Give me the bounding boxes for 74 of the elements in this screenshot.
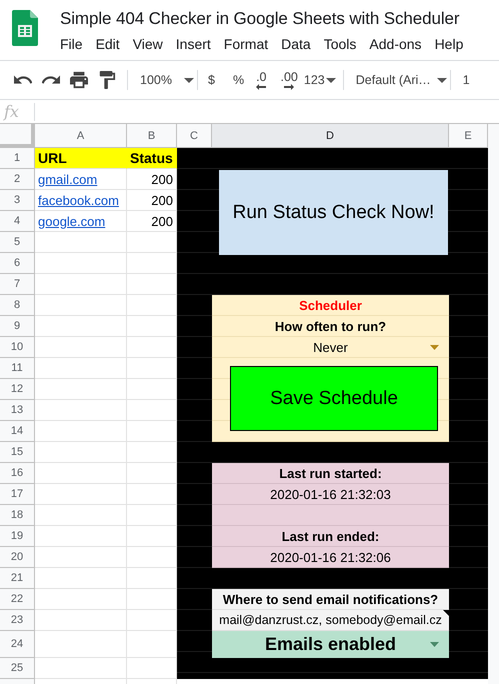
caret-icon[interactable] <box>436 78 447 82</box>
row-number[interactable]: 3 <box>0 190 35 211</box>
menu-item[interactable]: File <box>60 36 83 53</box>
column-header[interactable]: D <box>212 124 449 148</box>
row-number[interactable]: 18 <box>0 505 35 526</box>
decrease-decimal-button[interactable]: .0 <box>256 70 266 90</box>
frequency-dropdown[interactable]: Never <box>212 337 449 358</box>
row-number[interactable]: 9 <box>0 316 35 337</box>
row-number[interactable]: 2 <box>0 169 35 190</box>
number-format-dropdown[interactable]: 123 <box>304 72 325 88</box>
left-arrow-icon <box>256 84 266 90</box>
row-number[interactable]: 24 <box>0 631 35 658</box>
column-header[interactable]: E <box>449 124 488 148</box>
table-header-cell: Status <box>127 148 177 169</box>
menu-item[interactable]: Help <box>434 36 464 53</box>
percent-button[interactable]: % <box>232 72 244 88</box>
currency-button[interactable]: $ <box>208 72 215 88</box>
menu-item[interactable]: Add-ons <box>369 36 422 53</box>
paint-roller-icon[interactable] <box>98 71 116 89</box>
menu-item[interactable]: Edit <box>96 36 120 53</box>
row-number[interactable]: 15 <box>0 442 35 463</box>
table-cell: Last run started: <box>212 463 449 484</box>
row-number[interactable]: 7 <box>0 274 35 295</box>
row-number[interactable]: 5 <box>0 232 35 253</box>
row-number[interactable]: 25 <box>0 658 35 679</box>
table-cell: Where to send email notifications? <box>212 589 449 610</box>
url-link[interactable]: facebook.com <box>38 192 119 208</box>
row-number[interactable]: 22 <box>0 589 35 610</box>
url-link[interactable]: google.com <box>38 214 106 228</box>
table-cell: How often to run? <box>212 316 449 337</box>
row-number[interactable]: 23 <box>0 610 35 631</box>
row-number[interactable]: 14 <box>0 421 35 442</box>
row-number[interactable]: 20 <box>0 547 35 568</box>
sheets-logo-icon[interactable] <box>12 10 38 46</box>
url-link[interactable]: gmail.com <box>38 172 98 186</box>
print-icon[interactable] <box>70 71 88 89</box>
column-header[interactable]: B <box>127 124 177 148</box>
menu-item[interactable]: Format <box>224 36 268 53</box>
row-number[interactable]: 10 <box>0 337 35 358</box>
table-cell: 2020-01-16 21:32:03 <box>212 484 449 505</box>
row-number[interactable]: 4 <box>0 211 35 232</box>
row-number[interactable]: 8 <box>0 295 35 316</box>
menu-item[interactable]: Insert <box>176 36 211 53</box>
row-number[interactable]: 21 <box>0 568 35 589</box>
font-dropdown[interactable]: Default (Ari… <box>356 72 431 88</box>
table-cell: mail@danzrust.cz, somebody@email.cz <box>212 610 449 631</box>
row-number[interactable]: 11 <box>0 358 35 379</box>
caret-icon[interactable] <box>326 78 336 82</box>
row-number[interactable]: 1 <box>0 148 35 169</box>
menu-item[interactable]: Data <box>281 36 311 53</box>
document-title[interactable]: Simple 404 Checker in Google Sheets with Scheduler <box>60 8 464 29</box>
row-number[interactable]: 16 <box>0 463 35 484</box>
run-check-button[interactable]: Run Status Check Now! <box>219 170 448 255</box>
row-number[interactable]: 17 <box>0 484 35 505</box>
row-number[interactable]: 6 <box>0 253 35 274</box>
caret-icon[interactable] <box>184 78 194 82</box>
right-arrow-icon <box>284 84 294 90</box>
scheduler-title: Scheduler <box>212 295 449 316</box>
table-cell: Last run ended: <box>212 526 449 547</box>
font-size-field[interactable]: 1 <box>462 72 470 88</box>
email-status-dropdown[interactable]: Emails enabled <box>212 631 449 658</box>
menu-item[interactable]: Tools <box>324 36 356 53</box>
save-schedule-button[interactable]: Save Schedule <box>230 366 438 431</box>
column-header[interactable]: A <box>35 124 127 148</box>
increase-decimal-button[interactable]: .00 <box>280 70 298 90</box>
row-number[interactable]: 13 <box>0 400 35 421</box>
zoom-dropdown[interactable]: 100% <box>140 72 172 88</box>
row-number[interactable]: 12 <box>0 379 35 400</box>
column-header[interactable]: C <box>177 124 212 148</box>
menu-item[interactable]: View <box>132 36 163 53</box>
formula-label: fx <box>2 102 20 120</box>
table-header-cell: URL <box>35 148 127 169</box>
row-number[interactable]: 19 <box>0 526 35 547</box>
table-cell: 2020-01-16 21:32:06 <box>212 547 449 568</box>
